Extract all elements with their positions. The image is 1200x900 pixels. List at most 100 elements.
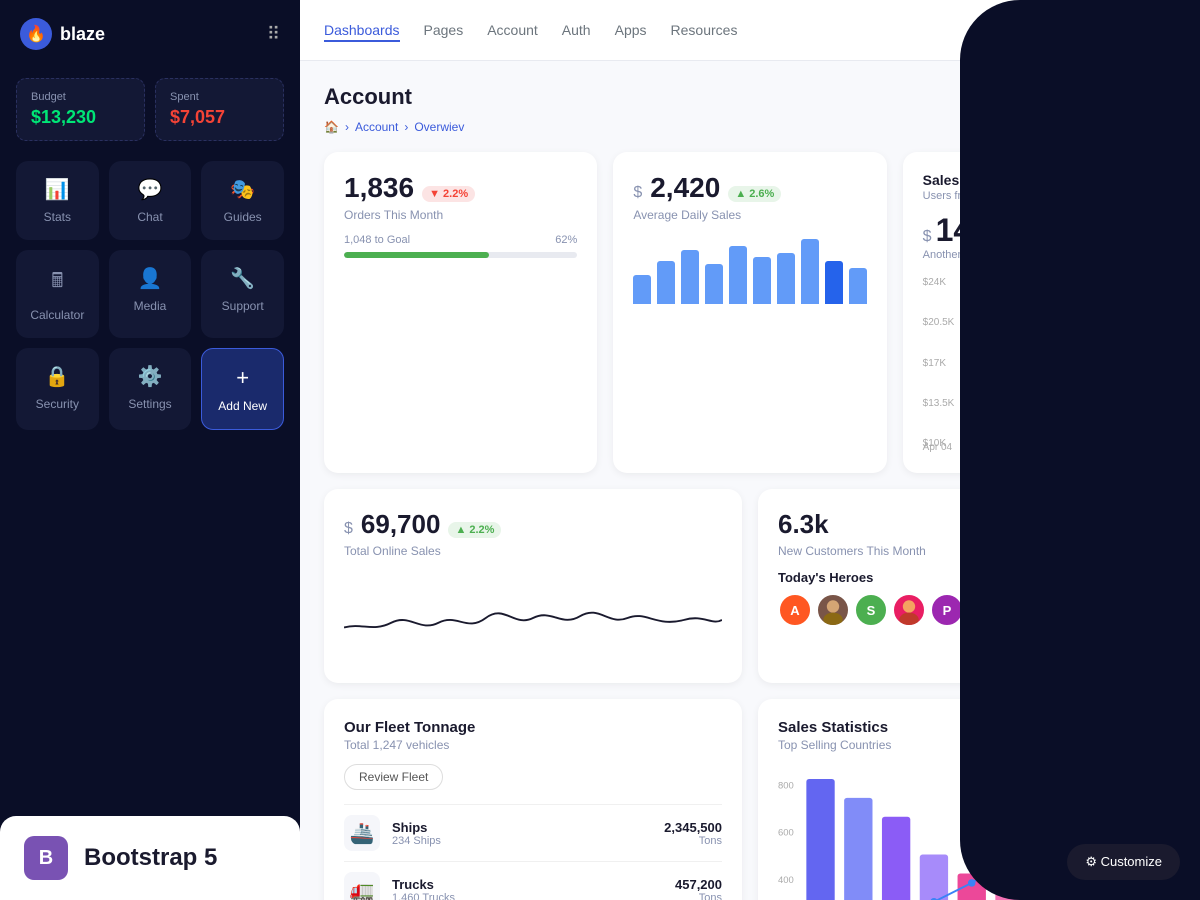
daily-sales-chart [633,234,866,304]
sidebar-item-security[interactable]: 🔒 Security [16,348,99,430]
spent-label: Spent [170,91,269,103]
user-avatar[interactable]: 👤 [1140,12,1176,48]
sales-month-card: Sales This Months Users from all channel… [903,152,1176,473]
page-actions: + Invite Create App [987,81,1176,112]
sidebar-item-chat[interactable]: 💬 Chat [109,161,192,240]
create-app-button[interactable]: Create App [1071,81,1176,112]
calculator-label: Calculator [30,308,84,322]
sidebar-item-calculator[interactable]: 🖩 Calculator [16,250,99,338]
orders-goal: 1,048 to Goal [344,234,410,246]
nav-link-apps[interactable]: Apps [615,18,647,42]
review-fleet-button[interactable]: Review Fleet [344,764,443,790]
orders-label: Orders This Month [344,208,577,222]
page-content: Account + Invite Create App 🏠 › Account … [300,61,1200,900]
sidebar-item-stats[interactable]: 📊 Stats [16,161,99,240]
nav-link-pages[interactable]: Pages [424,18,464,42]
sales-month-chart: $24K $20.5K $17K $13.5K $10K [923,273,1156,453]
logo-icon: 🔥 [20,18,52,50]
orders-progress-fill [344,252,489,258]
sales-month-sub: Users from all channels [923,190,1156,202]
budget-section: Budget $13,230 Spent $7,057 [0,68,300,161]
search-button[interactable]: 🔍 [1092,12,1128,48]
trucks-icon: 🚛 [344,872,380,900]
ships-icon: 🚢 [344,815,380,851]
guides-label: Guides [224,210,262,224]
customize-button[interactable]: ⚙ Customize [1067,844,1180,880]
add-new-label: Add New [218,399,267,413]
chat-label: Chat [137,210,162,224]
settings-icon: ⚙️ [138,364,163,389]
total-sales-card: $ 69,700 ▲ 2.2% Total Online Sales [324,489,742,683]
sidebar-logo: 🔥 blaze [20,18,105,50]
nav-link-auth[interactable]: Auth [562,18,591,42]
orders-value: 1,836 [344,172,414,204]
fleet-card: Our Fleet Tonnage Total 1,247 vehicles R… [324,699,742,900]
fleet-ships-info: Ships 234 Ships [392,820,664,847]
orders-badge: ▼ 2.2% [422,186,475,202]
nav-link-account[interactable]: Account [487,18,538,42]
hero-avatar-3: S [854,593,888,627]
new-customers-card: 6.3k New Customers This Month Today's He… [758,489,1176,683]
sidebar-item-guides[interactable]: 🎭 Guides [201,161,284,240]
add-new-icon: + [236,365,249,391]
total-sales-value: 69,700 [361,509,441,540]
trucks-name: Trucks [392,877,675,892]
budget-card: Budget $13,230 [16,78,145,141]
orders-progress-bar [344,252,577,258]
notification-badge [1166,12,1176,22]
sidebar: 🔥 blaze ⠿ Budget $13,230 Spent $7,057 📊 … [0,0,300,900]
svg-text:80%: 80% [1113,818,1130,828]
fleet-trucks-info: Trucks 1,460 Trucks [392,877,675,900]
invite-button[interactable]: + Invite [987,81,1061,112]
bottom-section: Our Fleet Tonnage Total 1,247 vehicles R… [324,699,1176,900]
bootstrap-icon: B [24,836,68,880]
hero-avatar-2 [816,593,850,627]
nav-links: Dashboards Pages Account Auth Apps Resou… [324,18,737,42]
ships-name: Ships [392,820,664,835]
stats-label: Stats [44,210,71,224]
bootstrap-label: Bootstrap 5 [84,844,217,872]
media-icon: 👤 [138,266,163,291]
hero-avatar-1: A [778,593,812,627]
daily-sales-label: Average Daily Sales [633,208,866,222]
calculator-icon: 🖩 [51,266,63,300]
sidebar-item-add-new[interactable]: + Add New [201,348,284,430]
budget-value: $13,230 [31,107,130,128]
hero-avatar-6 [968,593,1002,627]
svg-text:600: 600 [778,828,794,839]
svg-text:400: 400 [778,875,794,886]
svg-text:800: 800 [778,780,794,791]
topnav-actions: 🔍 👤 [1092,12,1176,48]
logo-text: blaze [60,24,105,45]
sidebar-item-media[interactable]: 👤 Media [109,250,192,338]
stats-icon: 📊 [45,177,70,202]
hero-avatar-4 [892,593,926,627]
fleet-sub: Total 1,247 vehicles [344,738,722,752]
hero-count: +42 [1010,604,1029,616]
stats-row-2: $ 69,700 ▲ 2.2% Total Online Sales 6.3k … [324,489,1176,683]
trucks-sub: 1,460 Trucks [392,892,675,900]
trucks-value: 457,200 Tons [675,877,722,900]
daily-sales-card: $ 2,420 ▲ 2.6% Average Daily Sales [613,152,886,473]
menu-icon[interactable]: ⠿ [267,24,280,45]
sales-month-goal: Another $48,346 to Goal [923,249,1156,261]
security-label: Security [36,397,79,411]
sidebar-item-support[interactable]: 🔧 Support [201,250,284,338]
nav-link-resources[interactable]: Resources [671,18,738,42]
sales-month-title: Sales This Months [923,172,1156,188]
nav-link-dashboards[interactable]: Dashboards [324,18,400,42]
total-sales-badge: ▲ 2.2% [448,522,501,538]
heroes-section: Today's Heroes A S P [778,570,1156,627]
sidebar-item-settings[interactable]: ⚙️ Settings [109,348,192,430]
svg-text:40%: 40% [1113,894,1130,900]
support-icon: 🔧 [230,266,255,291]
spent-value: $7,057 [170,107,269,128]
new-customers-label: New Customers This Month [778,544,1156,558]
bootstrap-banner: B Bootstrap 5 [0,816,300,900]
heroes-avatars: A S P +42 [778,593,1156,627]
fleet-row-ships: 🚢 Ships 234 Ships 2,345,500 Tons [344,804,722,861]
support-label: Support [222,299,264,313]
breadcrumb: 🏠 › Account › Overwiev [324,120,1176,134]
sidebar-header: 🔥 blaze ⠿ [0,0,300,68]
fleet-title: Our Fleet Tonnage [344,719,722,736]
